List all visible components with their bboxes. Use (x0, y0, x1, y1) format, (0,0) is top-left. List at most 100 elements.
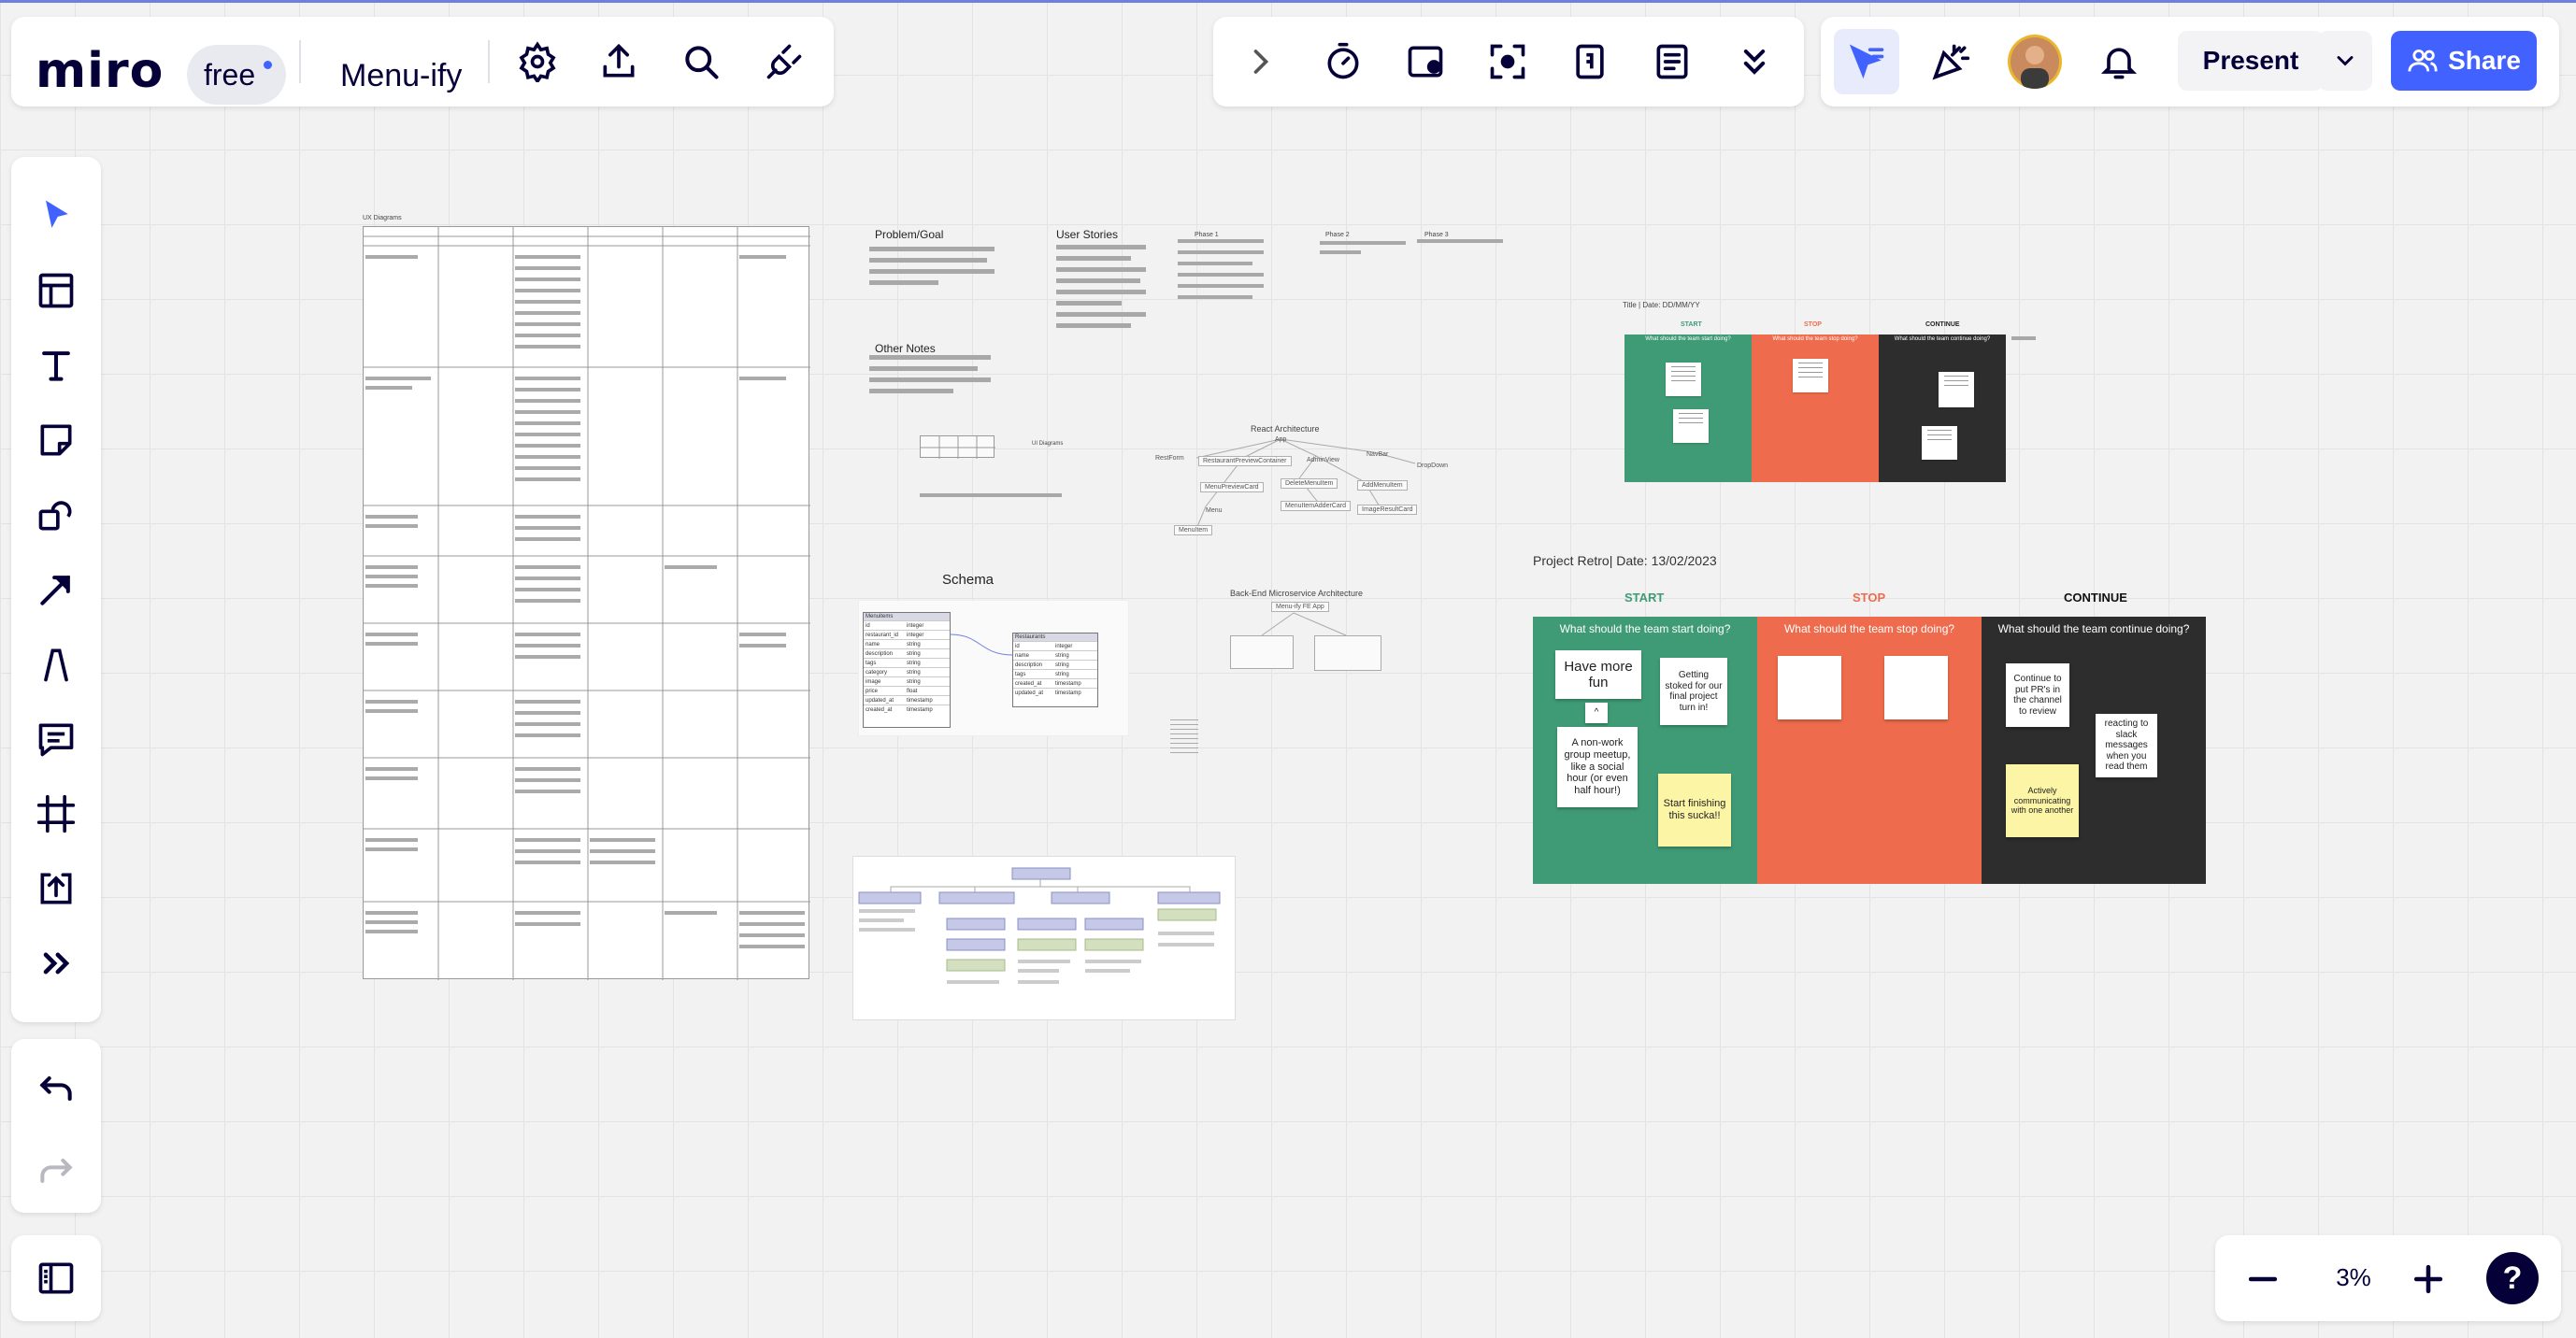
templates-tool[interactable] (23, 258, 89, 323)
backend-service-box[interactable] (1230, 635, 1294, 669)
board-header-panel: miro free Menu-ify (11, 17, 834, 107)
board-name[interactable]: Menu-ify (340, 58, 462, 94)
ux-diagrams-frame[interactable] (363, 226, 810, 980)
undo-icon (39, 1075, 72, 1102)
sticky-note[interactable] (1922, 426, 1957, 460)
react-node[interactable]: RestaurantPreviewContainer (1198, 456, 1292, 466)
react-node[interactable]: Menu (1202, 506, 1226, 515)
focus-button[interactable] (1475, 29, 1540, 94)
settings-button[interactable] (505, 29, 570, 94)
other-notes-heading[interactable]: Other Notes (875, 342, 936, 355)
sticky-note[interactable]: ^ (1585, 703, 1608, 723)
miro-logo[interactable]: miro (36, 43, 164, 99)
sticky-note[interactable] (1673, 409, 1709, 443)
sticky-note[interactable]: Start finishing this sucka!! (1658, 774, 1731, 847)
ui-flow-frame[interactable] (852, 856, 1236, 1020)
text-tool[interactable] (23, 333, 89, 398)
react-node[interactable]: MenuItem (1174, 525, 1213, 535)
sticky-note[interactable]: Continue to put PR's in the channel to r… (2006, 663, 2069, 727)
upload-tool[interactable] (23, 856, 89, 921)
toggle-board-panel-button[interactable] (23, 1245, 89, 1311)
expand-toolbar-button[interactable] (1228, 29, 1294, 94)
shapes-tool[interactable] (23, 482, 89, 548)
sticky-note[interactable]: Have more fun (1555, 650, 1641, 699)
sticky-note[interactable]: reacting to slack messages when you read… (2096, 714, 2157, 777)
sticky-note[interactable] (1666, 363, 1701, 396)
voting-button[interactable] (1557, 29, 1623, 94)
user-avatar[interactable] (2008, 35, 2062, 89)
erd-thumbnail[interactable] (920, 435, 995, 459)
zoom-in-button[interactable] (2396, 1246, 2461, 1312)
export-button[interactable] (586, 29, 651, 94)
board-panel-toggle (11, 1235, 101, 1321)
problem-goal-heading[interactable]: Problem/Goal (875, 228, 943, 241)
divider (488, 40, 490, 83)
react-node[interactable]: ImageResultCard (1357, 505, 1418, 515)
celebrate-button[interactable] (1918, 29, 1983, 94)
select-tool[interactable] (23, 183, 89, 249)
project-retro-title[interactable]: Project Retro| Date: 13/02/2023 (1533, 553, 1717, 568)
erd-thumbnail-grid (921, 436, 995, 459)
reactions-button[interactable] (1834, 29, 1899, 94)
sticky-note[interactable]: Actively communicating with one another (2006, 764, 2079, 837)
undo-button[interactable] (23, 1056, 89, 1121)
sticky-note[interactable] (1793, 359, 1828, 392)
retro-continue-column[interactable]: What should the team continue doing? Con… (1982, 617, 2206, 884)
user-stories-heading[interactable]: User Stories (1056, 228, 1118, 241)
minus-icon (2248, 1276, 2278, 1282)
notes-button[interactable] (1639, 29, 1705, 94)
collapse-toolbar-button[interactable] (1722, 29, 1787, 94)
zoom-level[interactable]: 3% (2326, 1263, 2382, 1292)
phase-3-heading[interactable]: Phase 3 (1424, 232, 1449, 238)
schema-board[interactable]: Menuitems id integer restaurant_id integer n… (858, 600, 1129, 736)
backend-service-box[interactable] (1314, 635, 1381, 671)
more-tools-button[interactable] (23, 931, 89, 996)
plan-badge[interactable]: free (187, 45, 286, 105)
notifications-button[interactable] (2086, 29, 2152, 94)
react-node[interactable]: DropDown (1413, 462, 1452, 470)
react-node[interactable]: RestForm (1152, 454, 1188, 463)
pen-tool[interactable] (23, 632, 89, 697)
sticky-note[interactable] (1884, 656, 1948, 719)
connection-line-tool[interactable] (23, 557, 89, 622)
cards-button[interactable] (1393, 29, 1458, 94)
phase-2-heading[interactable]: Phase 2 (1325, 232, 1350, 238)
sticky-note[interactable] (1778, 656, 1841, 719)
retro-stop-column[interactable]: What should the team stop doing? (1757, 617, 1982, 884)
small-retro-continue-column[interactable]: What should the team continue doing? (1879, 334, 2006, 482)
small-retro-stop-column[interactable]: What should the team stop doing? (1752, 334, 1879, 482)
comment-tool[interactable] (23, 706, 89, 772)
small-retro-start-column[interactable]: What should the team start doing? (1624, 334, 1752, 482)
react-node[interactable]: NavBar (1363, 450, 1392, 459)
small-retro-title[interactable]: Title | Date: DD/MM/YY (1623, 301, 1700, 309)
react-node[interactable]: DeleteMenuItem (1281, 478, 1338, 489)
retro-start-column[interactable]: What should the team start doing? Have m… (1533, 617, 1757, 884)
ui-diagrams-label: UI Diagrams (1032, 441, 1064, 447)
schema-title[interactable]: Schema (942, 572, 994, 588)
sticky-note-tool[interactable] (23, 407, 89, 473)
help-button[interactable]: ? (2486, 1252, 2539, 1304)
backend-architecture-title[interactable]: Back-End Microservice Architecture (1230, 589, 1363, 598)
react-node[interactable]: AdminView (1303, 456, 1343, 464)
sticky-note[interactable] (1939, 372, 1974, 407)
share-button[interactable]: Share (2391, 31, 2537, 91)
react-node[interactable]: App (1271, 435, 1290, 444)
timer-button[interactable] (1310, 29, 1376, 94)
phase-1-heading[interactable]: Phase 1 (1195, 232, 1219, 238)
sticky-note[interactable]: A non-work group meetup, like a social h… (1557, 727, 1638, 807)
react-node[interactable]: MenuPreviewCard (1200, 482, 1264, 492)
present-options-button[interactable] (2318, 31, 2372, 91)
select-icon (46, 200, 68, 228)
integrations-button[interactable] (751, 29, 817, 94)
present-button[interactable]: Present (2178, 31, 2324, 91)
sticky-note[interactable]: Getting stoked for our final project tur… (1660, 658, 1727, 725)
redo-button[interactable] (23, 1138, 89, 1203)
undo-redo-toolbar (11, 1039, 101, 1213)
react-node[interactable]: MenuItemAdderCard (1281, 501, 1351, 511)
backend-note (1170, 716, 1198, 790)
search-button[interactable] (668, 29, 734, 94)
frame-tool[interactable] (23, 781, 89, 847)
react-node[interactable]: AddMenuItem (1357, 480, 1408, 491)
zoom-out-button[interactable] (2230, 1246, 2296, 1312)
comment-icon (38, 723, 74, 757)
